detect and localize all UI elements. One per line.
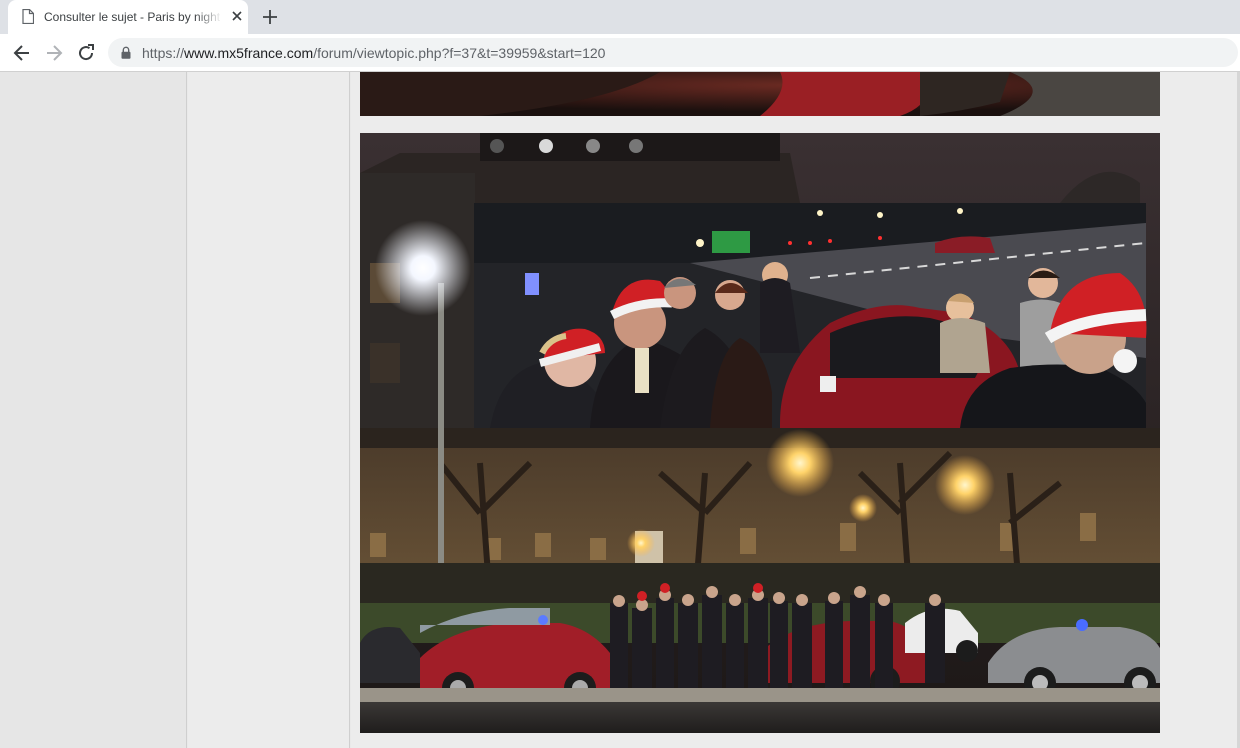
browser-toolbar: https://www.mx5france.com/forum/viewtopi… <box>0 34 1240 72</box>
tab-title: Consulter le sujet - Paris by night <box>44 10 221 24</box>
arrow-left-icon[interactable] <box>12 43 32 63</box>
address-bar[interactable]: https://www.mx5france.com/forum/viewtopi… <box>108 38 1238 67</box>
post-photo-partial[interactable] <box>360 72 1160 116</box>
url-path: /forum/viewtopic.php?f=37&t=39959&start=… <box>313 45 606 61</box>
url-scheme: https:// <box>142 45 185 61</box>
arrow-right-icon[interactable] <box>44 43 64 63</box>
reload-icon[interactable] <box>76 43 96 63</box>
lock-icon[interactable] <box>121 46 131 59</box>
post-author-column <box>188 72 350 748</box>
forum-page <box>0 72 1240 748</box>
close-icon[interactable] <box>230 9 244 23</box>
inset-photo <box>474 203 1147 428</box>
left-margin <box>0 72 187 748</box>
url-host: www.mx5france.com <box>184 45 314 61</box>
page-icon <box>22 9 34 24</box>
post-photo-collage[interactable] <box>360 133 1160 733</box>
plus-icon[interactable] <box>262 9 278 25</box>
browser-chrome: Consulter le sujet - Paris by night http… <box>0 0 1240 72</box>
url-text: https://www.mx5france.com/forum/viewtopi… <box>142 45 605 61</box>
browser-tab[interactable]: Consulter le sujet - Paris by night <box>8 0 248 34</box>
